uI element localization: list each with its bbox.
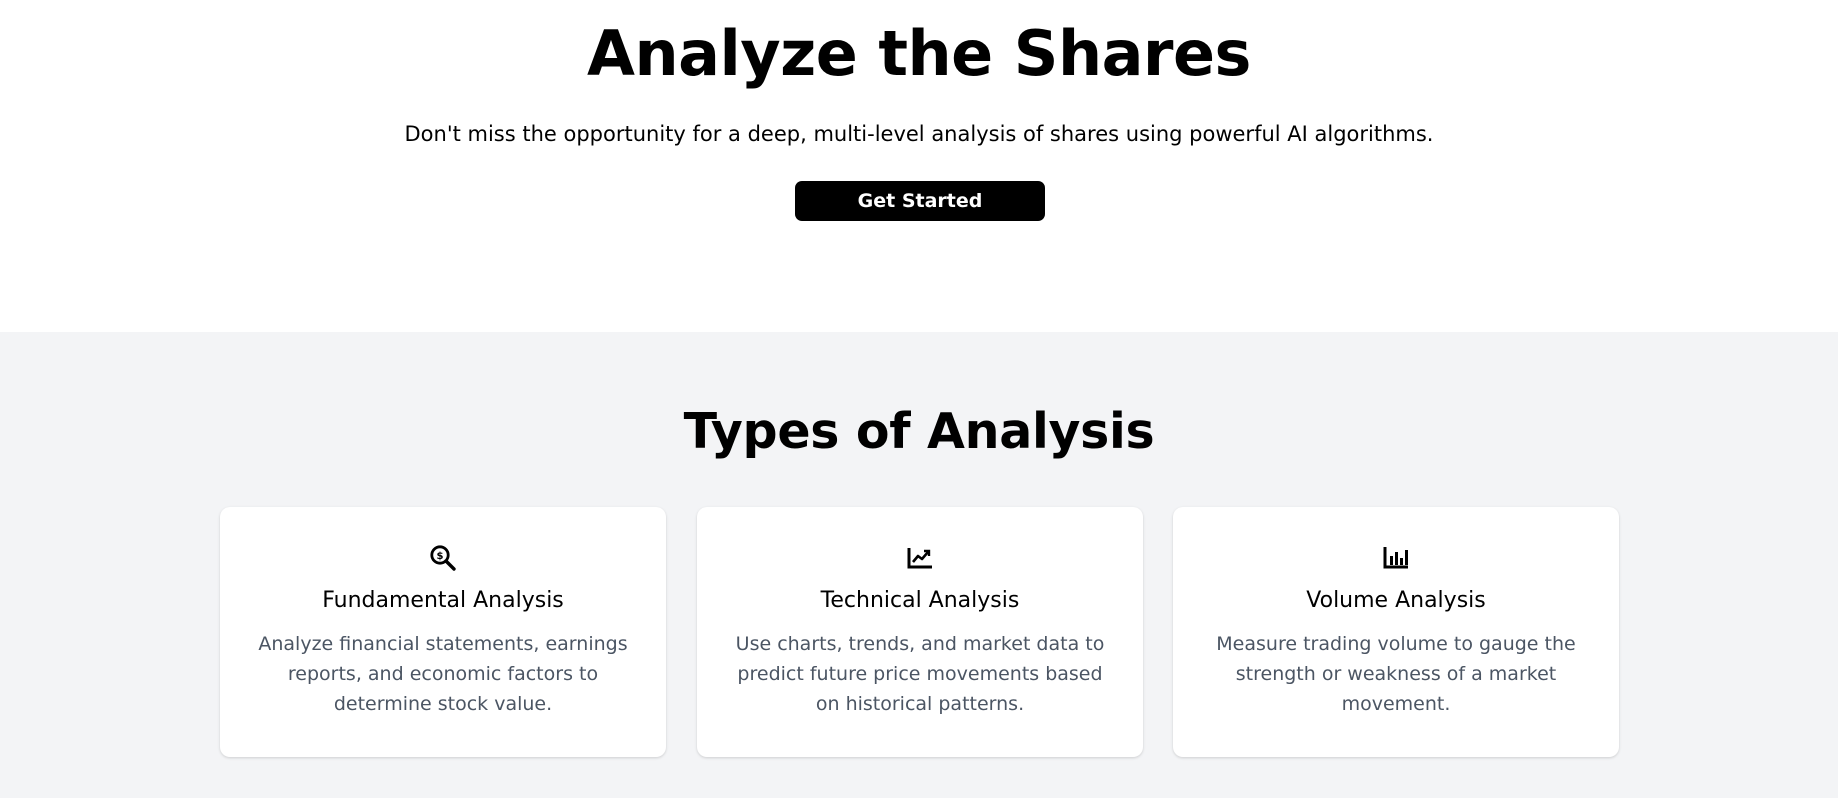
section-title: Types of Analysis	[683, 403, 1155, 460]
svg-text:$: $	[437, 551, 444, 562]
bar-chart-icon	[1173, 543, 1619, 573]
hero-subtitle: Don't miss the opportunity for a deep, m…	[404, 122, 1434, 146]
analysis-card-volume: Volume Analysis Measure trading volume t…	[1173, 507, 1619, 757]
analysis-card-technical: Technical Analysis Use charts, trends, a…	[697, 507, 1143, 757]
hero-section: Analyze the Shares Don't miss the opport…	[0, 0, 1838, 332]
hero-title: Analyze the Shares	[587, 17, 1251, 90]
get-started-button[interactable]: Get Started	[795, 181, 1045, 221]
card-description: Measure trading volume to gauge the stre…	[1216, 633, 1576, 715]
card-description: Analyze financial statements, earnings r…	[258, 633, 628, 715]
card-title: Technical Analysis	[820, 588, 1020, 613]
card-title: Volume Analysis	[1306, 588, 1486, 613]
card-title: Fundamental Analysis	[322, 588, 564, 613]
magnifier-dollar-icon: $	[220, 543, 666, 573]
card-description: Use charts, trends, and market data to p…	[735, 633, 1105, 715]
chart-line-icon	[697, 543, 1143, 573]
analysis-card-fundamental: $ Fundamental Analysis Analyze financial…	[220, 507, 666, 757]
